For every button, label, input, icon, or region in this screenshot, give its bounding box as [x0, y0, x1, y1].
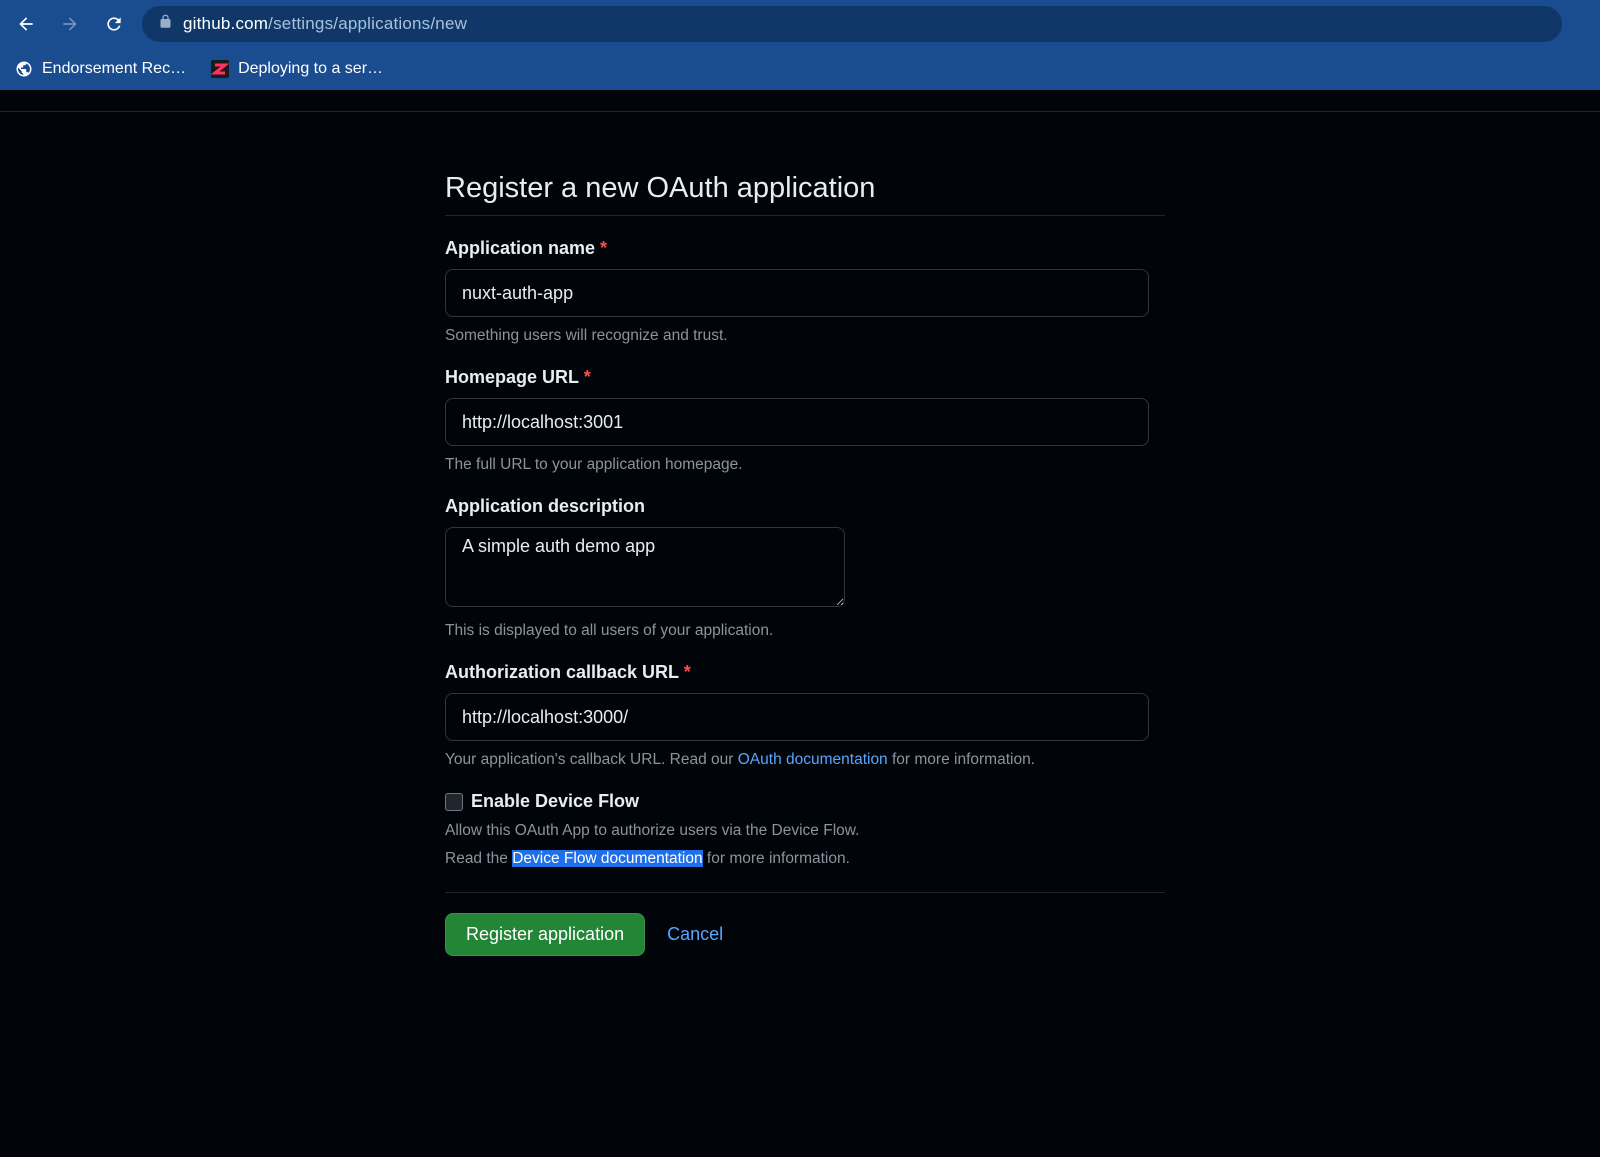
z-icon [210, 59, 230, 79]
page-title: Register a new OAuth application [445, 172, 1165, 216]
device-flow-help-2: Read the Device Flow documentation for m… [445, 850, 1165, 868]
help-suffix: for more information. [888, 751, 1035, 768]
required-asterisk: * [584, 367, 591, 387]
lock-icon [158, 14, 173, 34]
help-prefix: Your application's callback URL. Read ou… [445, 751, 738, 768]
oauth-documentation-link[interactable]: OAuth documentation [738, 751, 888, 768]
browser-toolbar: github.com/settings/applications/new [0, 0, 1600, 48]
globe-icon [14, 59, 34, 79]
url-bar[interactable]: github.com/settings/applications/new [142, 6, 1562, 42]
form-group-device-flow: Enable Device Flow Allow this OAuth App … [445, 791, 1165, 868]
reload-button[interactable] [98, 8, 130, 40]
url-domain: github.com [183, 14, 268, 33]
required-asterisk: * [600, 238, 607, 258]
help-suffix: for more information. [703, 850, 850, 867]
bookmark-item-deploying[interactable]: Deploying to a ser… [210, 59, 383, 79]
back-button[interactable] [10, 8, 42, 40]
description-input[interactable]: A simple auth demo app [445, 527, 845, 607]
description-label: Application description [445, 496, 1165, 517]
callback-url-input[interactable] [445, 693, 1149, 741]
app-name-help: Something users will recognize and trust… [445, 327, 1165, 345]
callback-url-help: Your application's callback URL. Read ou… [445, 751, 1165, 769]
label-text: Application name [445, 238, 595, 258]
browser-chrome: github.com/settings/applications/new End… [0, 0, 1600, 90]
device-flow-help-1: Allow this OAuth App to authorize users … [445, 822, 1165, 840]
required-asterisk: * [684, 662, 691, 682]
bookmarks-bar: Endorsement Rec… Deploying to a ser… [0, 48, 1600, 90]
label-text: Authorization callback URL [445, 662, 679, 682]
bookmark-item-endorsement[interactable]: Endorsement Rec… [14, 59, 186, 79]
github-header-strip [0, 90, 1600, 112]
form-group-callback-url: Authorization callback URL * Your applic… [445, 662, 1165, 769]
device-flow-label: Enable Device Flow [471, 791, 639, 812]
bookmark-label: Endorsement Rec… [42, 60, 186, 78]
device-flow-checkbox-row: Enable Device Flow [445, 791, 1165, 812]
device-flow-checkbox[interactable] [445, 793, 463, 811]
bookmark-label: Deploying to a ser… [238, 60, 383, 78]
app-name-input[interactable] [445, 269, 1149, 317]
divider [445, 892, 1165, 893]
cancel-button[interactable]: Cancel [667, 924, 723, 945]
content-wrapper: Register a new OAuth application Applica… [0, 112, 1600, 956]
form-group-homepage-url: Homepage URL * The full URL to your appl… [445, 367, 1165, 474]
homepage-url-label: Homepage URL * [445, 367, 1165, 388]
button-row: Register application Cancel [445, 913, 1165, 956]
reload-icon [104, 14, 124, 34]
forward-button[interactable] [54, 8, 86, 40]
callback-url-label: Authorization callback URL * [445, 662, 1165, 683]
arrow-left-icon [16, 14, 36, 34]
form-container: Register a new OAuth application Applica… [445, 172, 1165, 956]
homepage-url-help: The full URL to your application homepag… [445, 456, 1165, 474]
url-text: github.com/settings/applications/new [183, 14, 467, 34]
form-group-app-name: Application name * Something users will … [445, 238, 1165, 345]
description-help: This is displayed to all users of your a… [445, 622, 1165, 640]
arrow-right-icon [60, 14, 80, 34]
url-path: /settings/applications/new [268, 14, 467, 33]
help-prefix: Read the [445, 850, 512, 867]
label-text: Homepage URL [445, 367, 579, 387]
homepage-url-input[interactable] [445, 398, 1149, 446]
app-name-label: Application name * [445, 238, 1165, 259]
register-application-button[interactable]: Register application [445, 913, 645, 956]
device-flow-documentation-link[interactable]: Device Flow documentation [512, 850, 702, 867]
form-group-description: Application description A simple auth de… [445, 496, 1165, 640]
